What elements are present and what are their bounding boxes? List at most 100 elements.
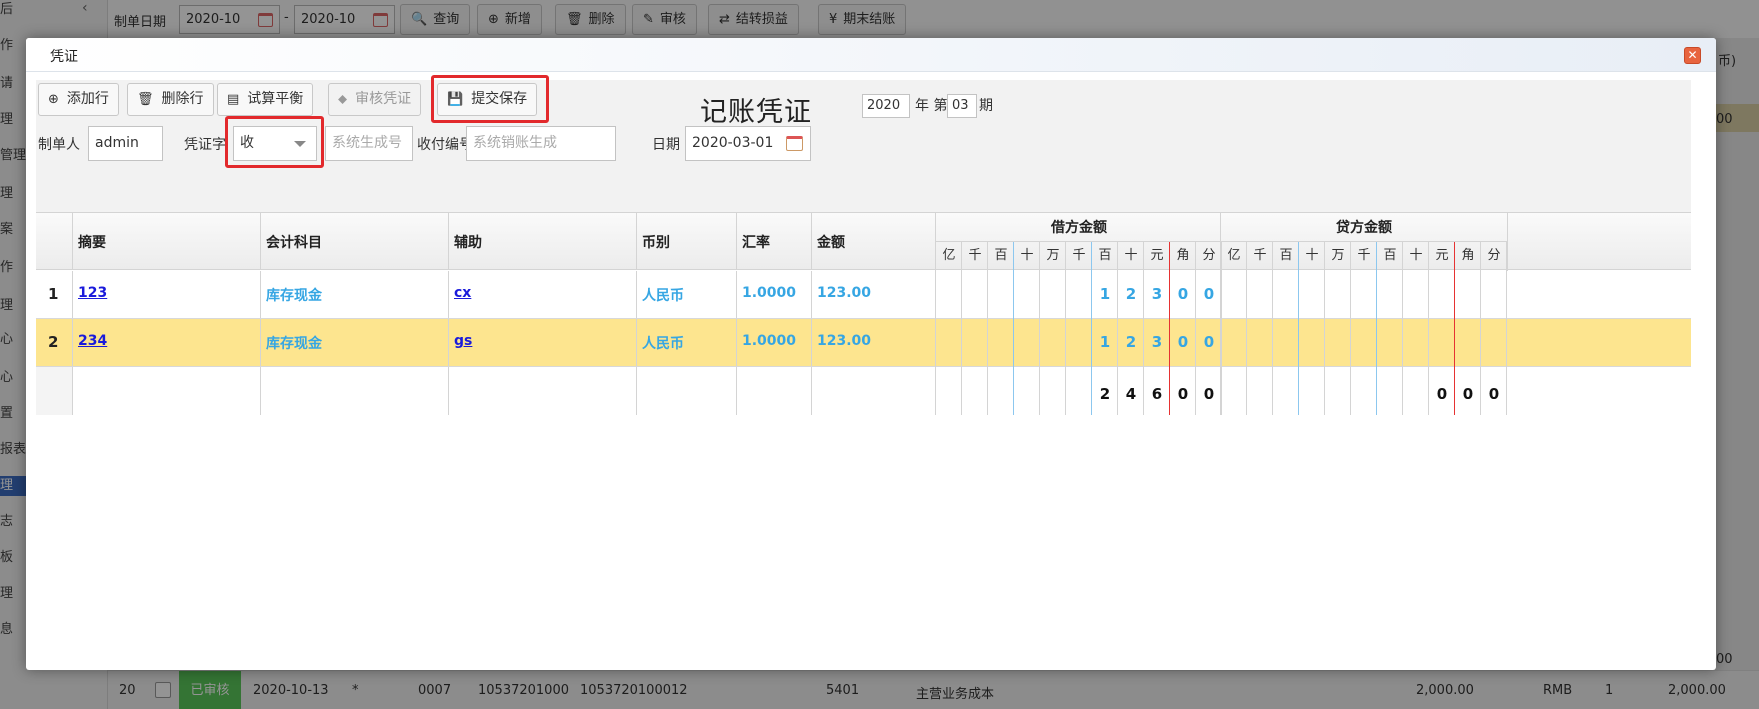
digit-gridline [1402,367,1403,415]
column-divider [737,367,812,415]
column-header[interactable]: 会计科目 [266,232,322,252]
year-label: 年 第 [915,98,948,114]
digit-unit-header: 百 [1383,248,1397,263]
digit-gridline [1480,271,1481,319]
column-header[interactable]: 辅助 [454,232,482,252]
digit-unit-header: 分 [1487,248,1501,263]
period-input[interactable]: 03 [947,94,977,118]
total-debit-digit: 0 [1177,385,1189,403]
column-header[interactable]: 币别 [642,232,670,252]
maker-input[interactable]: admin [88,126,163,161]
digit-gridline [1298,319,1299,367]
digit-unit-header: 亿 [1227,248,1241,263]
col-rowno-divider [36,213,73,269]
digit-gridline [1039,367,1040,415]
digit-unit-header: 十 [1020,248,1034,263]
voucher-title: 记账凭证 [700,97,812,128]
digit-gridline [1350,319,1351,367]
column-divider [449,319,637,366]
period-label: 期 [979,98,993,114]
digit-unit-header: 角 [1176,248,1190,263]
digit-gridline [1013,319,1014,367]
calendar-icon[interactable] [786,136,803,151]
debit-digit: 3 [1151,285,1163,303]
digit-gridline [1402,319,1403,367]
debit-header: 借方金额 [1051,220,1107,236]
rate-cell[interactable]: 1.0000 [742,333,796,349]
digit-gridline [1506,271,1507,319]
close-icon[interactable]: ✕ [1684,47,1701,64]
trash-icon: 🗑 [137,92,154,107]
table-row[interactable]: 1 123 库存现金 cx 人民币 1.0000 123.00 1 2 3 0 0 [36,271,1691,319]
debit-digit: 1 [1099,333,1111,351]
column-header[interactable]: 汇率 [742,232,770,252]
debit-digit: 3 [1151,333,1163,351]
digit-gridline [1376,271,1377,319]
debit-digit: 0 [1177,285,1189,303]
voucher-body: ⊕ 添加行 🗑 删除行 ▤ 试算平衡 ⬥ 审核凭证 💾 提交保存 记账凭证 2020 年 第 03… [36,75,1691,415]
summary-link[interactable]: 123 [78,285,107,301]
payno-input[interactable]: 系统销账生成 [466,126,616,161]
column-divider [637,367,737,415]
digit-gridline [1013,242,1014,271]
digit-gridline [1091,242,1092,271]
credit-header: 贷方金额 [1336,220,1392,236]
voucher-modal: 凭证 ✕ ⊕ 添加行 🗑 删除行 ▤ 试算平衡 ⬥ 审核凭证 💾 提交保存 记账凭证 2020 年… [26,38,1716,670]
account-cell[interactable]: 库存现金 [266,285,322,305]
group-divider [1507,213,1508,271]
digit-gridline [987,242,988,271]
currency-cell[interactable]: 人民币 [642,285,684,305]
column-header[interactable]: 金额 [817,232,845,252]
digit-unit-header: 百 [1098,248,1112,263]
total-debit-digit: 4 [1125,385,1137,403]
aux-link[interactable]: gs [454,333,472,349]
digit-unit-header: 千 [968,248,982,263]
summary-link[interactable]: 234 [78,333,107,349]
account-cell[interactable]: 库存现金 [266,333,322,353]
add-row-button[interactable]: ⊕ 添加行 [38,83,119,116]
digit-unit-header: 十 [1305,248,1319,263]
digit-gridline [1272,271,1273,319]
year-input[interactable]: 2020 [862,94,910,118]
modal-header: 凭证 ✕ [26,38,1716,72]
audit-voucher-button[interactable]: ⬥ 审核凭证 [328,83,422,116]
table-row[interactable]: 2 234 库存现金 gs 人民币 1.0000 123.00 1 2 3 0 0 [36,319,1691,367]
column-header[interactable]: 摘要 [78,232,106,252]
delete-row-button[interactable]: 🗑 删除行 [127,83,214,116]
digit-gridline [1428,319,1429,367]
rate-cell[interactable]: 1.0000 [742,285,796,301]
debit-digit: 2 [1125,333,1137,351]
digit-unit-header: 十 [1409,248,1423,263]
amount-cell[interactable]: 123.00 [817,285,871,301]
trial-balance-button[interactable]: ▤ 试算平衡 [217,83,314,116]
audit-voucher-button-label: 审核凭证 [355,91,412,107]
digit-gridline [1428,242,1429,271]
digit-gridline [1324,319,1325,367]
column-divider [261,367,449,415]
voucher-no-input[interactable]: 系统生成号 [325,126,413,161]
currency-cell[interactable]: 人民币 [642,333,684,353]
digit-gridline [1480,319,1481,367]
digit-gridline [1376,367,1377,415]
type-highlight-outline [225,116,324,168]
digit-gridline [1221,242,1222,271]
digit-unit-header: 角 [1461,248,1475,263]
aux-link[interactable]: cx [454,285,471,301]
digit-unit-header: 万 [1331,248,1345,263]
delete-row-button-label: 删除行 [161,91,204,107]
digit-unit-header: 百 [994,248,1008,263]
digit-unit-header: 千 [1253,248,1267,263]
date-input[interactable]: 2020-03-01 [685,126,811,161]
digit-unit-header: 百 [1279,248,1293,263]
digit-unit-header: 亿 [942,248,956,263]
digit-gridline [1246,319,1247,367]
maker-label: 制单人 [38,137,80,153]
digit-gridline [935,319,936,367]
digit-gridline [1065,242,1066,271]
digit-unit-header: 分 [1202,248,1216,263]
row-number: 2 [48,333,59,351]
amount-cell[interactable]: 123.00 [817,333,871,349]
digit-gridline [1480,242,1481,271]
digit-gridline [961,271,962,319]
digit-gridline [1195,242,1196,271]
